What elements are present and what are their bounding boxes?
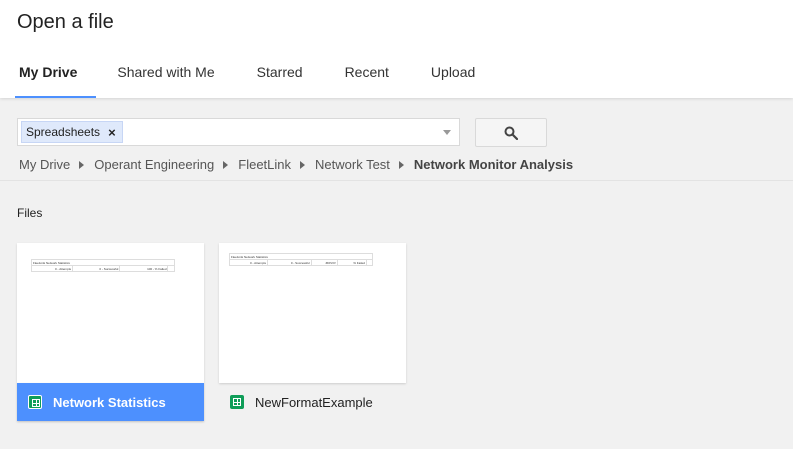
search-input[interactable]: Spreadsheets × <box>17 118 460 146</box>
thumbnail-cell: 100 - % Failed <box>119 265 169 272</box>
file-card-network-statistics[interactable]: FleetLink Network Statistics 0 - Attempt… <box>17 243 204 421</box>
tab-bar: My Drive Shared with Me Starred Recent U… <box>0 58 496 98</box>
breadcrumb: My Drive Operant Engineering FleetLink N… <box>19 157 573 172</box>
tab-starred[interactable]: Starred <box>236 58 324 98</box>
chevron-right-icon <box>398 160 404 169</box>
filter-chip: Spreadsheets × <box>21 121 123 143</box>
tab-shared-with-me[interactable]: Shared with Me <box>96 58 235 98</box>
chevron-right-icon <box>300 160 306 169</box>
thumbnail-cell-empty <box>365 259 374 266</box>
file-label-bar: NewFormatExample <box>219 383 406 421</box>
search-icon <box>504 126 518 140</box>
file-name: NewFormatExample <box>255 394 373 410</box>
chevron-right-icon <box>223 160 229 169</box>
thumbnail-table: FleetLink Network Statistics 0 - Attempt… <box>229 253 374 266</box>
dialog-title: Open a file <box>17 11 114 33</box>
breadcrumb-operant-engineering[interactable]: Operant Engineering <box>94 157 214 172</box>
spreadsheet-icon <box>28 395 42 409</box>
filter-chip-label: Spreadsheets <box>26 125 101 139</box>
files-section-label: Files <box>17 206 43 220</box>
breadcrumb-current-folder: Network Monitor Analysis <box>413 157 574 172</box>
breadcrumb-my-drive[interactable]: My Drive <box>19 157 70 172</box>
chevron-down-icon[interactable] <box>443 130 451 135</box>
thumbnail-table: FleetLink Network Statistics 0 - Attempt… <box>30 259 175 272</box>
divider <box>0 180 793 181</box>
chevron-right-icon <box>79 160 85 169</box>
tab-my-drive[interactable]: My Drive <box>0 58 97 98</box>
thumbnail-cell: 0 - Attempts <box>229 259 268 266</box>
search-button[interactable] <box>475 118 547 147</box>
file-card-newformatexample[interactable]: FleetLink Network Statistics 0 - Attempt… <box>219 243 406 421</box>
breadcrumb-network-test[interactable]: Network Test <box>315 157 390 172</box>
spreadsheet-icon <box>230 395 244 409</box>
close-icon[interactable]: × <box>108 125 116 140</box>
file-name: Network Statistics <box>53 394 166 410</box>
file-thumbnail: FleetLink Network Statistics 0 - Attempt… <box>17 243 204 383</box>
thumbnail-cell: #DIV/0! <box>310 259 338 266</box>
thumbnail-cell: 0 - Successful <box>267 259 312 266</box>
file-thumbnail: FleetLink Network Statistics 0 - Attempt… <box>219 243 406 383</box>
file-label-bar: Network Statistics <box>17 383 204 421</box>
breadcrumb-fleetlink[interactable]: FleetLink <box>238 157 291 172</box>
thumbnail-cell: 0 - Attempts <box>30 265 74 272</box>
dialog-header: Open a file My Drive Shared with Me Star… <box>0 0 793 98</box>
tab-upload[interactable]: Upload <box>410 58 496 98</box>
thumbnail-cell-empty <box>167 265 175 272</box>
thumbnail-cell: % Failed <box>336 259 367 266</box>
thumbnail-cell: 0 - Successful <box>72 265 121 272</box>
tab-recent[interactable]: Recent <box>324 58 410 98</box>
